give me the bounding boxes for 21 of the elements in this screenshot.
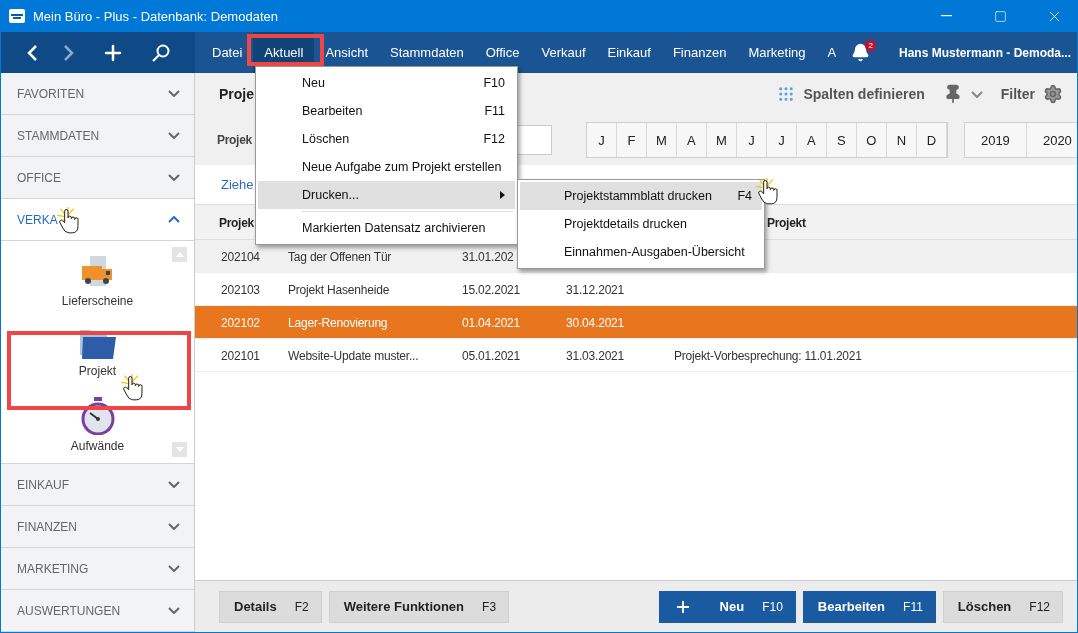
table-cell: 202101 xyxy=(221,348,260,363)
table-cell: 01.04.2021 xyxy=(462,315,521,330)
page-title: Proje xyxy=(219,86,254,102)
table-cell: 31.03.2021 xyxy=(566,348,625,363)
table-cell: 05.01.2021 xyxy=(462,348,521,363)
notification-badge: 2 xyxy=(865,40,877,51)
table-cell: 15.02.2021 xyxy=(462,282,521,297)
window-title: Mein Büro - Plus - Datenbank: Demodaten xyxy=(33,8,279,24)
table-cell: Projekt-Vorbesprechung: 11.01.2021 xyxy=(674,348,862,363)
table-cell: 202103 xyxy=(221,282,260,297)
table-cell: Lager-Renovierung xyxy=(288,315,388,330)
table-cell: 30.04.2021 xyxy=(566,315,625,330)
table-cell: 31.12.2021 xyxy=(566,282,625,297)
filter-label: Projek xyxy=(217,133,252,147)
table-cell: Tag der Offenen Tür xyxy=(288,249,392,264)
table-cell: 31.01.202 xyxy=(462,249,514,264)
table-cell: Projekt Hasenheide xyxy=(288,282,390,297)
table-cell: 202104 xyxy=(221,249,260,264)
group-hint: Ziehe xyxy=(221,177,254,192)
table-cell: 202102 xyxy=(221,315,260,330)
table-cell: Website-Update muster... xyxy=(288,348,419,363)
